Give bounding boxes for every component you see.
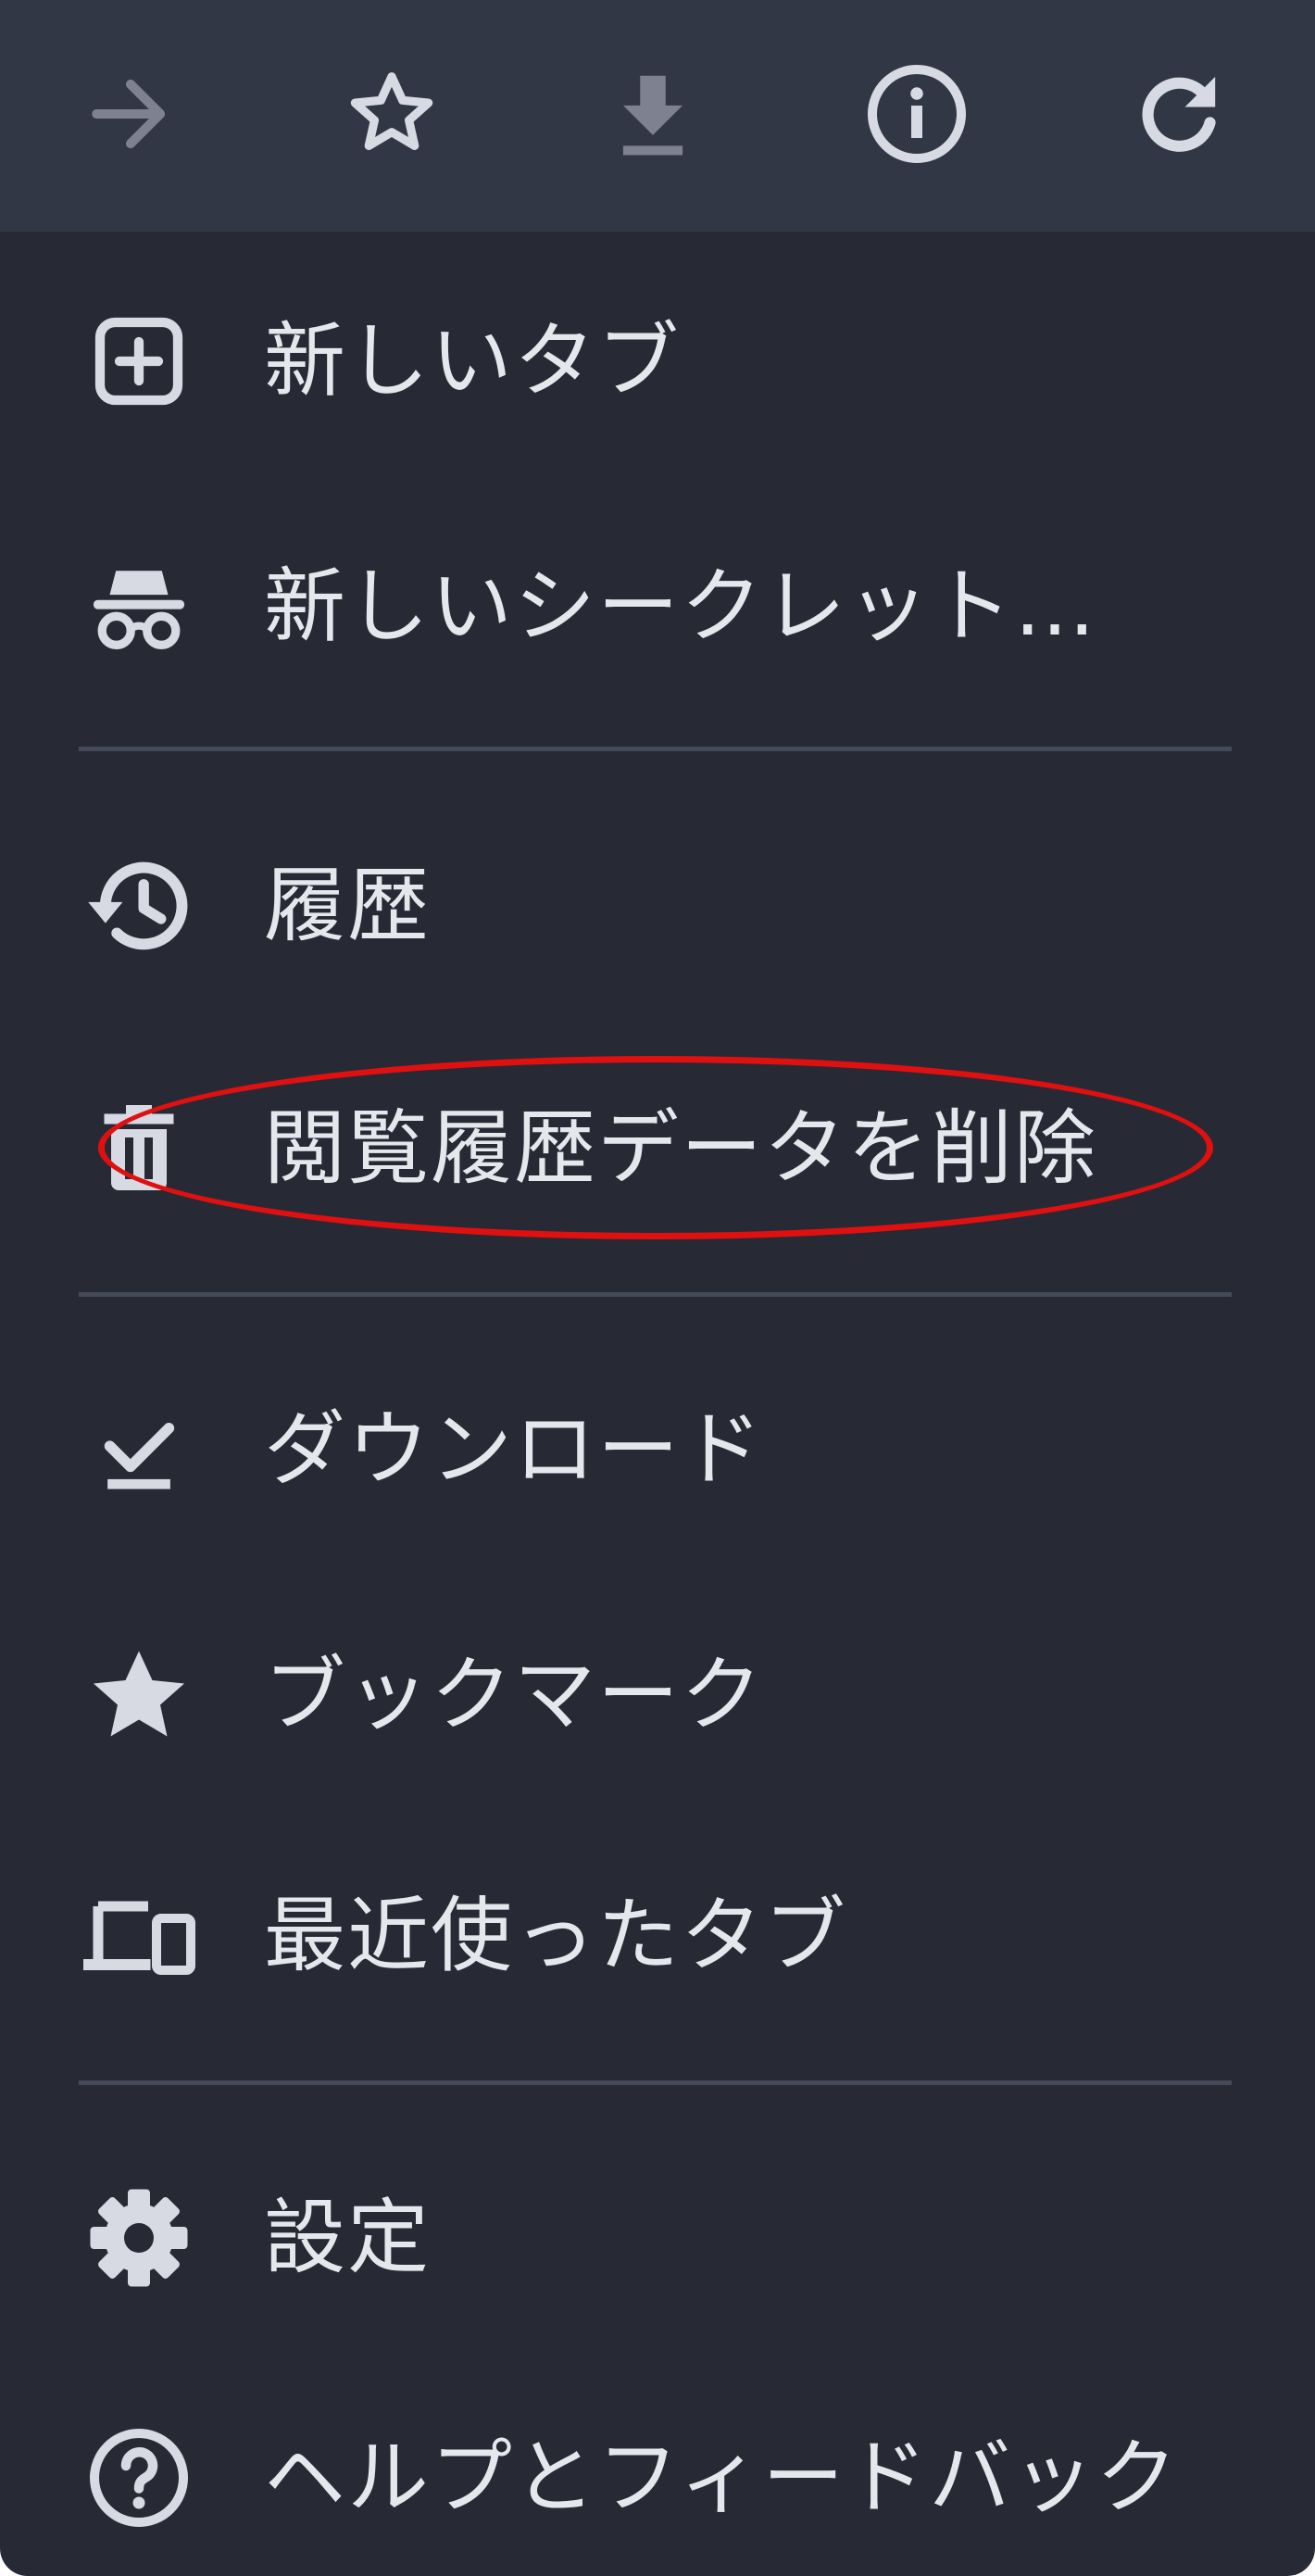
menu-item-bookmarks[interactable]: ブックマーク	[0, 1593, 1315, 1797]
bookmark-page-button[interactable]	[322, 44, 461, 183]
menu-item-help-feedback[interactable]: ヘルプとフィードバック	[0, 2376, 1315, 2576]
reload-button[interactable]	[1109, 44, 1248, 183]
menu-item-label: ブックマーク	[264, 1647, 765, 1742]
new-tab-icon	[79, 301, 199, 421]
menu-item-label: 新しいシークレット…	[264, 559, 1098, 654]
menu-toolbar	[0, 0, 1315, 232]
menu-item-new-tab[interactable]: 新しいタブ	[0, 259, 1315, 463]
menu-item-label: ヘルプとフィードバック	[264, 2430, 1180, 2525]
menu-item-label: 設定	[264, 2190, 432, 2285]
menu-divider	[79, 1292, 1232, 1297]
bookmark-star-outline-icon	[341, 63, 443, 165]
menu-item-label: 新しいタブ	[264, 313, 682, 408]
recent-tabs-devices-icon	[79, 1876, 199, 1996]
menu-divider	[79, 747, 1232, 751]
settings-gear-icon	[79, 2178, 199, 2298]
menu-item-label: 最近使ったタブ	[264, 1888, 848, 1983]
menu-item-recent-tabs[interactable]: 最近使ったタブ	[0, 1834, 1315, 2038]
page-info-button[interactable]	[847, 44, 986, 183]
forward-arrow-icon	[80, 63, 182, 165]
downloads-icon	[79, 1389, 199, 1510]
history-icon	[79, 846, 199, 966]
menu-item-downloads[interactable]: ダウンロード	[0, 1348, 1315, 1552]
help-icon	[79, 2418, 199, 2538]
menu-item-settings[interactable]: 設定	[0, 2136, 1315, 2340]
download-page-button[interactable]	[583, 44, 722, 183]
bookmarks-star-icon	[79, 1635, 199, 1755]
info-icon	[861, 58, 972, 170]
download-icon	[602, 63, 704, 165]
forward-button[interactable]	[61, 44, 200, 183]
menu-item-new-incognito[interactable]: 新しいシークレット…	[0, 505, 1315, 709]
menu-divider	[79, 2080, 1232, 2085]
menu-item-label: ダウンロード	[264, 1401, 765, 1497]
menu-item-label: 履歴	[264, 858, 432, 953]
trash-icon	[79, 1088, 199, 1209]
reload-icon	[1127, 62, 1231, 166]
menu-item-history[interactable]: 履歴	[0, 804, 1315, 1008]
browser-overflow-menu: 新しいタブ 新しいシークレット… 履歴 閲覧履歴データを削除 ダウンロード ブッ…	[0, 0, 1315, 2576]
menu-item-clear-browsing-data[interactable]: 閲覧履歴データを削除	[0, 1047, 1315, 1250]
incognito-icon	[79, 547, 199, 667]
menu-item-label: 閲覧履歴データを削除	[264, 1100, 1098, 1196]
